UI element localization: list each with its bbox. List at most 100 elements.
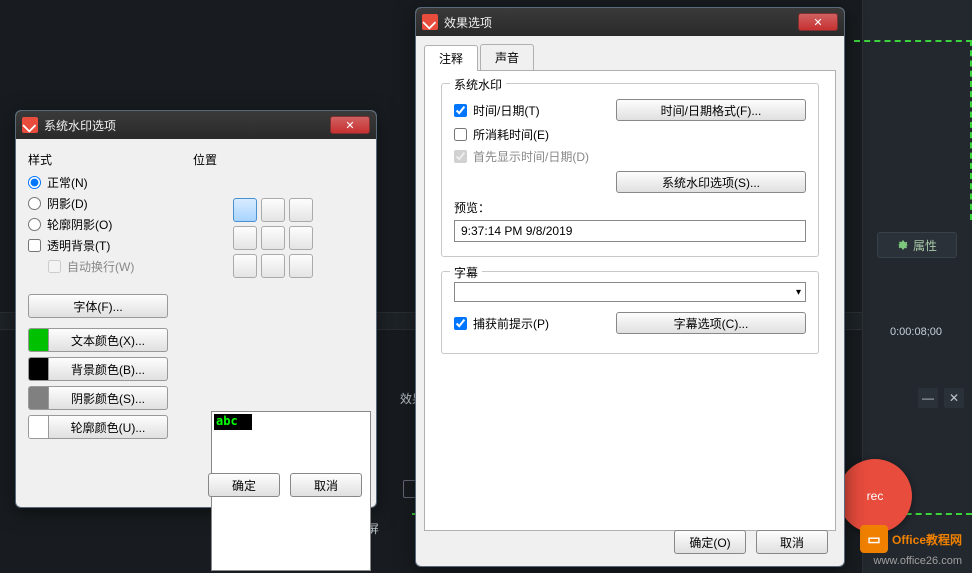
pos-bot-left[interactable]	[233, 254, 257, 278]
radio-outline-label: 轮廓阴影(O)	[47, 216, 112, 233]
check-auto-wrap: 自动换行(W)	[48, 258, 193, 275]
app-icon	[422, 14, 438, 30]
tab-bar: 注释 声音	[424, 44, 836, 71]
subtitle-select[interactable]	[454, 282, 806, 302]
tab-annotation[interactable]: 注释	[424, 45, 478, 71]
radio-outline-shadow[interactable]: 轮廓阴影(O)	[28, 216, 193, 233]
dialog-body: 注释 声音 系统水印 时间/日期(T) 时间/日期格式(F)... 所消耗时间(…	[416, 44, 844, 531]
record-button[interactable]: rec	[838, 459, 912, 533]
text-color-label: 文本颜色(X)...	[49, 332, 167, 349]
ok-button[interactable]: 确定(O)	[674, 530, 746, 554]
radio-normal-label: 正常(N)	[47, 174, 88, 191]
radio-shadow[interactable]: 阴影(D)	[28, 195, 193, 212]
close-icon[interactable]: ✕	[798, 13, 838, 31]
watermark-options-dialog: 系统水印选项 ✕ 样式 正常(N) 阴影(D) 轮廓阴影(O) 透明背景(T) …	[15, 110, 377, 508]
dialog-title: 效果选项	[444, 14, 798, 31]
dialog-title: 系统水印选项	[44, 117, 330, 134]
check-prompt-label: 捕获前提示(P)	[473, 315, 549, 332]
check-wrap-input	[48, 260, 61, 273]
style-section: 样式 正常(N) 阴影(D) 轮廓阴影(O) 透明背景(T) 自动换行(W) 字…	[28, 151, 193, 444]
row-prompt: 捕获前提示(P) 字幕选项(C)...	[454, 312, 806, 334]
tab-content: 系统水印 时间/日期(T) 时间/日期格式(F)... 所消耗时间(E) 首先显…	[424, 71, 836, 531]
dialog-body: 样式 正常(N) 阴影(D) 轮廓阴影(O) 透明背景(T) 自动换行(W) 字…	[16, 139, 376, 163]
pos-top-right[interactable]	[289, 198, 313, 222]
check-prompt[interactable]	[454, 317, 467, 330]
brand-url: www.office26.com	[874, 555, 962, 567]
group-watermark: 系统水印 时间/日期(T) 时间/日期格式(F)... 所消耗时间(E) 首先显…	[441, 83, 819, 257]
close-icon[interactable]: ✕	[330, 116, 370, 134]
pos-bot-center[interactable]	[261, 254, 285, 278]
preview-sample: abc	[214, 414, 252, 430]
radio-normal[interactable]: 正常(N)	[28, 174, 193, 191]
minimize-button[interactable]: —	[918, 388, 938, 408]
effect-options-dialog: 效果选项 ✕ 注释 声音 系统水印 时间/日期(T) 时间/日期格式(F)...…	[415, 7, 845, 567]
shadow-color-swatch	[29, 387, 49, 409]
check-transparent-input[interactable]	[28, 239, 41, 252]
timedate-format-button[interactable]: 时间/日期格式(F)...	[616, 99, 806, 121]
radio-shadow-label: 阴影(D)	[47, 195, 88, 212]
pos-mid-left[interactable]	[233, 226, 257, 250]
dialog-footer: 确定(O) 取消	[674, 530, 828, 554]
group-subtitle: 字幕 捕获前提示(P) 字幕选项(C)...	[441, 271, 819, 354]
brand-text: Office教程网	[892, 531, 962, 548]
outline-color-button[interactable]: 轮廓颜色(U)...	[28, 415, 168, 439]
dialog-titlebar[interactable]: 系统水印选项 ✕	[16, 111, 376, 139]
pos-mid-right[interactable]	[289, 226, 313, 250]
shadow-color-button[interactable]: 阴影颜色(S)...	[28, 386, 168, 410]
pos-top-left[interactable]	[233, 198, 257, 222]
check-wrap-label: 自动换行(W)	[67, 258, 134, 275]
row-timedate: 时间/日期(T) 时间/日期格式(F)...	[454, 99, 806, 121]
radio-outline-input[interactable]	[28, 218, 41, 231]
app-icon	[22, 117, 38, 133]
check-transparent-label: 透明背景(T)	[47, 237, 110, 254]
brand-icon: ▭	[860, 525, 888, 553]
text-color-swatch	[29, 329, 49, 351]
check-showfirst-label: 首先显示时间/日期(D)	[473, 148, 589, 165]
properties-button[interactable]: 属性	[877, 232, 957, 258]
close-button[interactable]: ✕	[944, 388, 964, 408]
pos-top-center[interactable]	[261, 198, 285, 222]
group-subtitle-title: 字幕	[450, 264, 482, 281]
radio-shadow-input[interactable]	[28, 197, 41, 210]
outline-color-label: 轮廓颜色(U)...	[49, 419, 167, 436]
position-section: 位置	[193, 151, 363, 278]
tab-sound[interactable]: 声音	[480, 44, 534, 70]
text-color-button[interactable]: 文本颜色(X)...	[28, 328, 168, 352]
properties-label: 属性	[913, 237, 937, 254]
bg-color-label: 背景颜色(B)...	[49, 361, 167, 378]
site-watermark: ▭ Office教程网 www.office26.com	[860, 525, 962, 553]
pos-bot-right[interactable]	[289, 254, 313, 278]
panel-window-controls: — ✕	[918, 388, 964, 408]
dialog-titlebar[interactable]: 效果选项 ✕	[416, 8, 844, 36]
check-transparent-bg[interactable]: 透明背景(T)	[28, 237, 193, 254]
check-elapsed[interactable]	[454, 128, 467, 141]
check-timedate-label: 时间/日期(T)	[473, 102, 540, 119]
position-heading: 位置	[193, 151, 363, 168]
record-label: rec	[867, 489, 884, 503]
check-timedate[interactable]	[454, 104, 467, 117]
group-watermark-title: 系统水印	[450, 76, 506, 93]
gear-icon	[897, 239, 909, 251]
radio-normal-input[interactable]	[28, 176, 41, 189]
outline-color-swatch	[29, 416, 49, 438]
check-elapsed-label: 所消耗时间(E)	[473, 126, 549, 143]
subtitle-options-button[interactable]: 字幕选项(C)...	[616, 312, 806, 334]
row-elapsed: 所消耗时间(E)	[454, 126, 806, 143]
style-heading: 样式	[28, 151, 193, 168]
row-showfirst: 首先显示时间/日期(D)	[454, 148, 806, 165]
timecode-display: 0:00:08;00	[890, 326, 942, 338]
ok-button[interactable]: 确定	[208, 473, 280, 497]
pos-mid-center[interactable]	[261, 226, 285, 250]
font-button[interactable]: 字体(F)...	[28, 294, 168, 318]
check-showfirst	[454, 150, 467, 163]
watermark-options-button[interactable]: 系统水印选项(S)...	[616, 171, 806, 193]
preview-label: 预览：	[454, 199, 806, 216]
preview-field[interactable]	[454, 220, 806, 242]
bg-color-swatch	[29, 358, 49, 380]
position-grid	[233, 198, 363, 278]
cancel-button[interactable]: 取消	[756, 530, 828, 554]
bg-color-button[interactable]: 背景颜色(B)...	[28, 357, 168, 381]
dialog-footer: 确定 取消	[208, 473, 362, 497]
selection-marquee	[854, 40, 972, 220]
cancel-button[interactable]: 取消	[290, 473, 362, 497]
